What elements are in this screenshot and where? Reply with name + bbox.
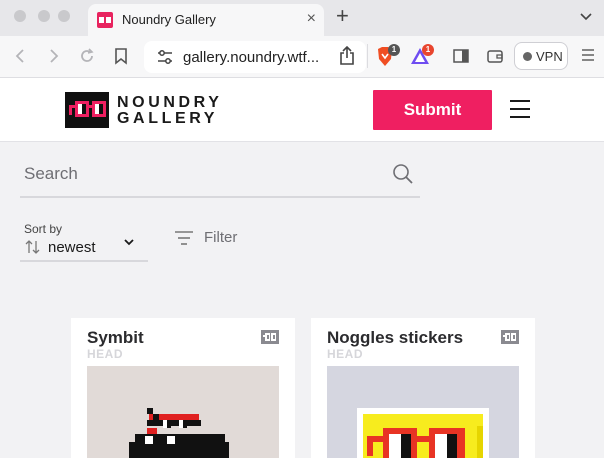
- vpn-button[interactable]: VPN: [514, 42, 568, 70]
- back-icon[interactable]: [12, 47, 30, 65]
- chevron-down-icon: [124, 239, 134, 246]
- address-bar[interactable]: gallery.noundry.wtf...: [144, 41, 366, 73]
- card-image[interactable]: [327, 366, 519, 458]
- reload-icon[interactable]: [78, 47, 96, 65]
- noggles-icon: [501, 330, 519, 344]
- vpn-status-icon: [523, 52, 532, 61]
- browser-tab[interactable]: Noundry Gallery ×: [88, 4, 324, 36]
- card-type: HEAD: [87, 347, 124, 361]
- wallet-icon[interactable]: [486, 47, 504, 65]
- url-text[interactable]: gallery.noundry.wtf...: [183, 49, 319, 66]
- sort-value: newest: [48, 239, 96, 256]
- filter-button[interactable]: Filter: [174, 226, 254, 250]
- card-title[interactable]: Symbit: [87, 328, 144, 348]
- bookmark-icon[interactable]: [112, 47, 130, 65]
- sort-caption: Sort by: [24, 222, 63, 236]
- gallery-card[interactable]: Noggles stickers HEAD: [311, 318, 535, 458]
- vpn-label: VPN: [536, 49, 563, 64]
- share-icon[interactable]: [338, 46, 356, 66]
- browser-tab-strip: Noundry Gallery × +: [0, 0, 604, 36]
- tab-title: Noundry Gallery: [122, 12, 216, 27]
- sort-select[interactable]: Sort by newest: [20, 220, 148, 262]
- window-zoom-button[interactable]: [58, 10, 70, 22]
- card-type: HEAD: [327, 347, 364, 361]
- noggles-icon: [261, 330, 279, 344]
- logo-text-line2[interactable]: GALLERY: [117, 110, 218, 128]
- forward-icon[interactable]: [44, 47, 62, 65]
- noundry-logo-icon[interactable]: [65, 92, 109, 128]
- submit-button[interactable]: Submit: [373, 90, 492, 130]
- brave-shields-badge: 1: [388, 44, 400, 56]
- browser-toolbar: gallery.noundry.wtf... 1 1 VPN: [0, 36, 604, 78]
- window-close-button[interactable]: [14, 10, 26, 22]
- site-settings-icon[interactable]: [156, 49, 174, 65]
- new-tab-button[interactable]: +: [336, 4, 349, 28]
- gallery-card[interactable]: Symbit HEAD: [71, 318, 295, 458]
- sidebar-icon[interactable]: [452, 47, 470, 65]
- site-header: NOUNDRY GALLERY Submit: [0, 78, 604, 142]
- search-icon[interactable]: [392, 163, 414, 185]
- toolbar-divider: [367, 44, 368, 68]
- search-input[interactable]: Search: [20, 156, 420, 198]
- menu-icon[interactable]: [580, 47, 596, 63]
- filter-icon: [175, 231, 193, 245]
- tab-close-button[interactable]: ×: [307, 10, 316, 28]
- card-title[interactable]: Noggles stickers: [327, 328, 463, 348]
- brave-rewards-badge: 1: [422, 44, 434, 56]
- search-placeholder: Search: [24, 164, 78, 183]
- sort-icon: [25, 240, 40, 254]
- filter-label: Filter: [204, 229, 238, 246]
- window-minimize-button[interactable]: [38, 10, 50, 22]
- tab-list-chevron-icon[interactable]: [578, 8, 594, 24]
- favicon-icon: [97, 12, 113, 28]
- card-image[interactable]: [87, 366, 279, 458]
- hamburger-icon[interactable]: [510, 100, 530, 118]
